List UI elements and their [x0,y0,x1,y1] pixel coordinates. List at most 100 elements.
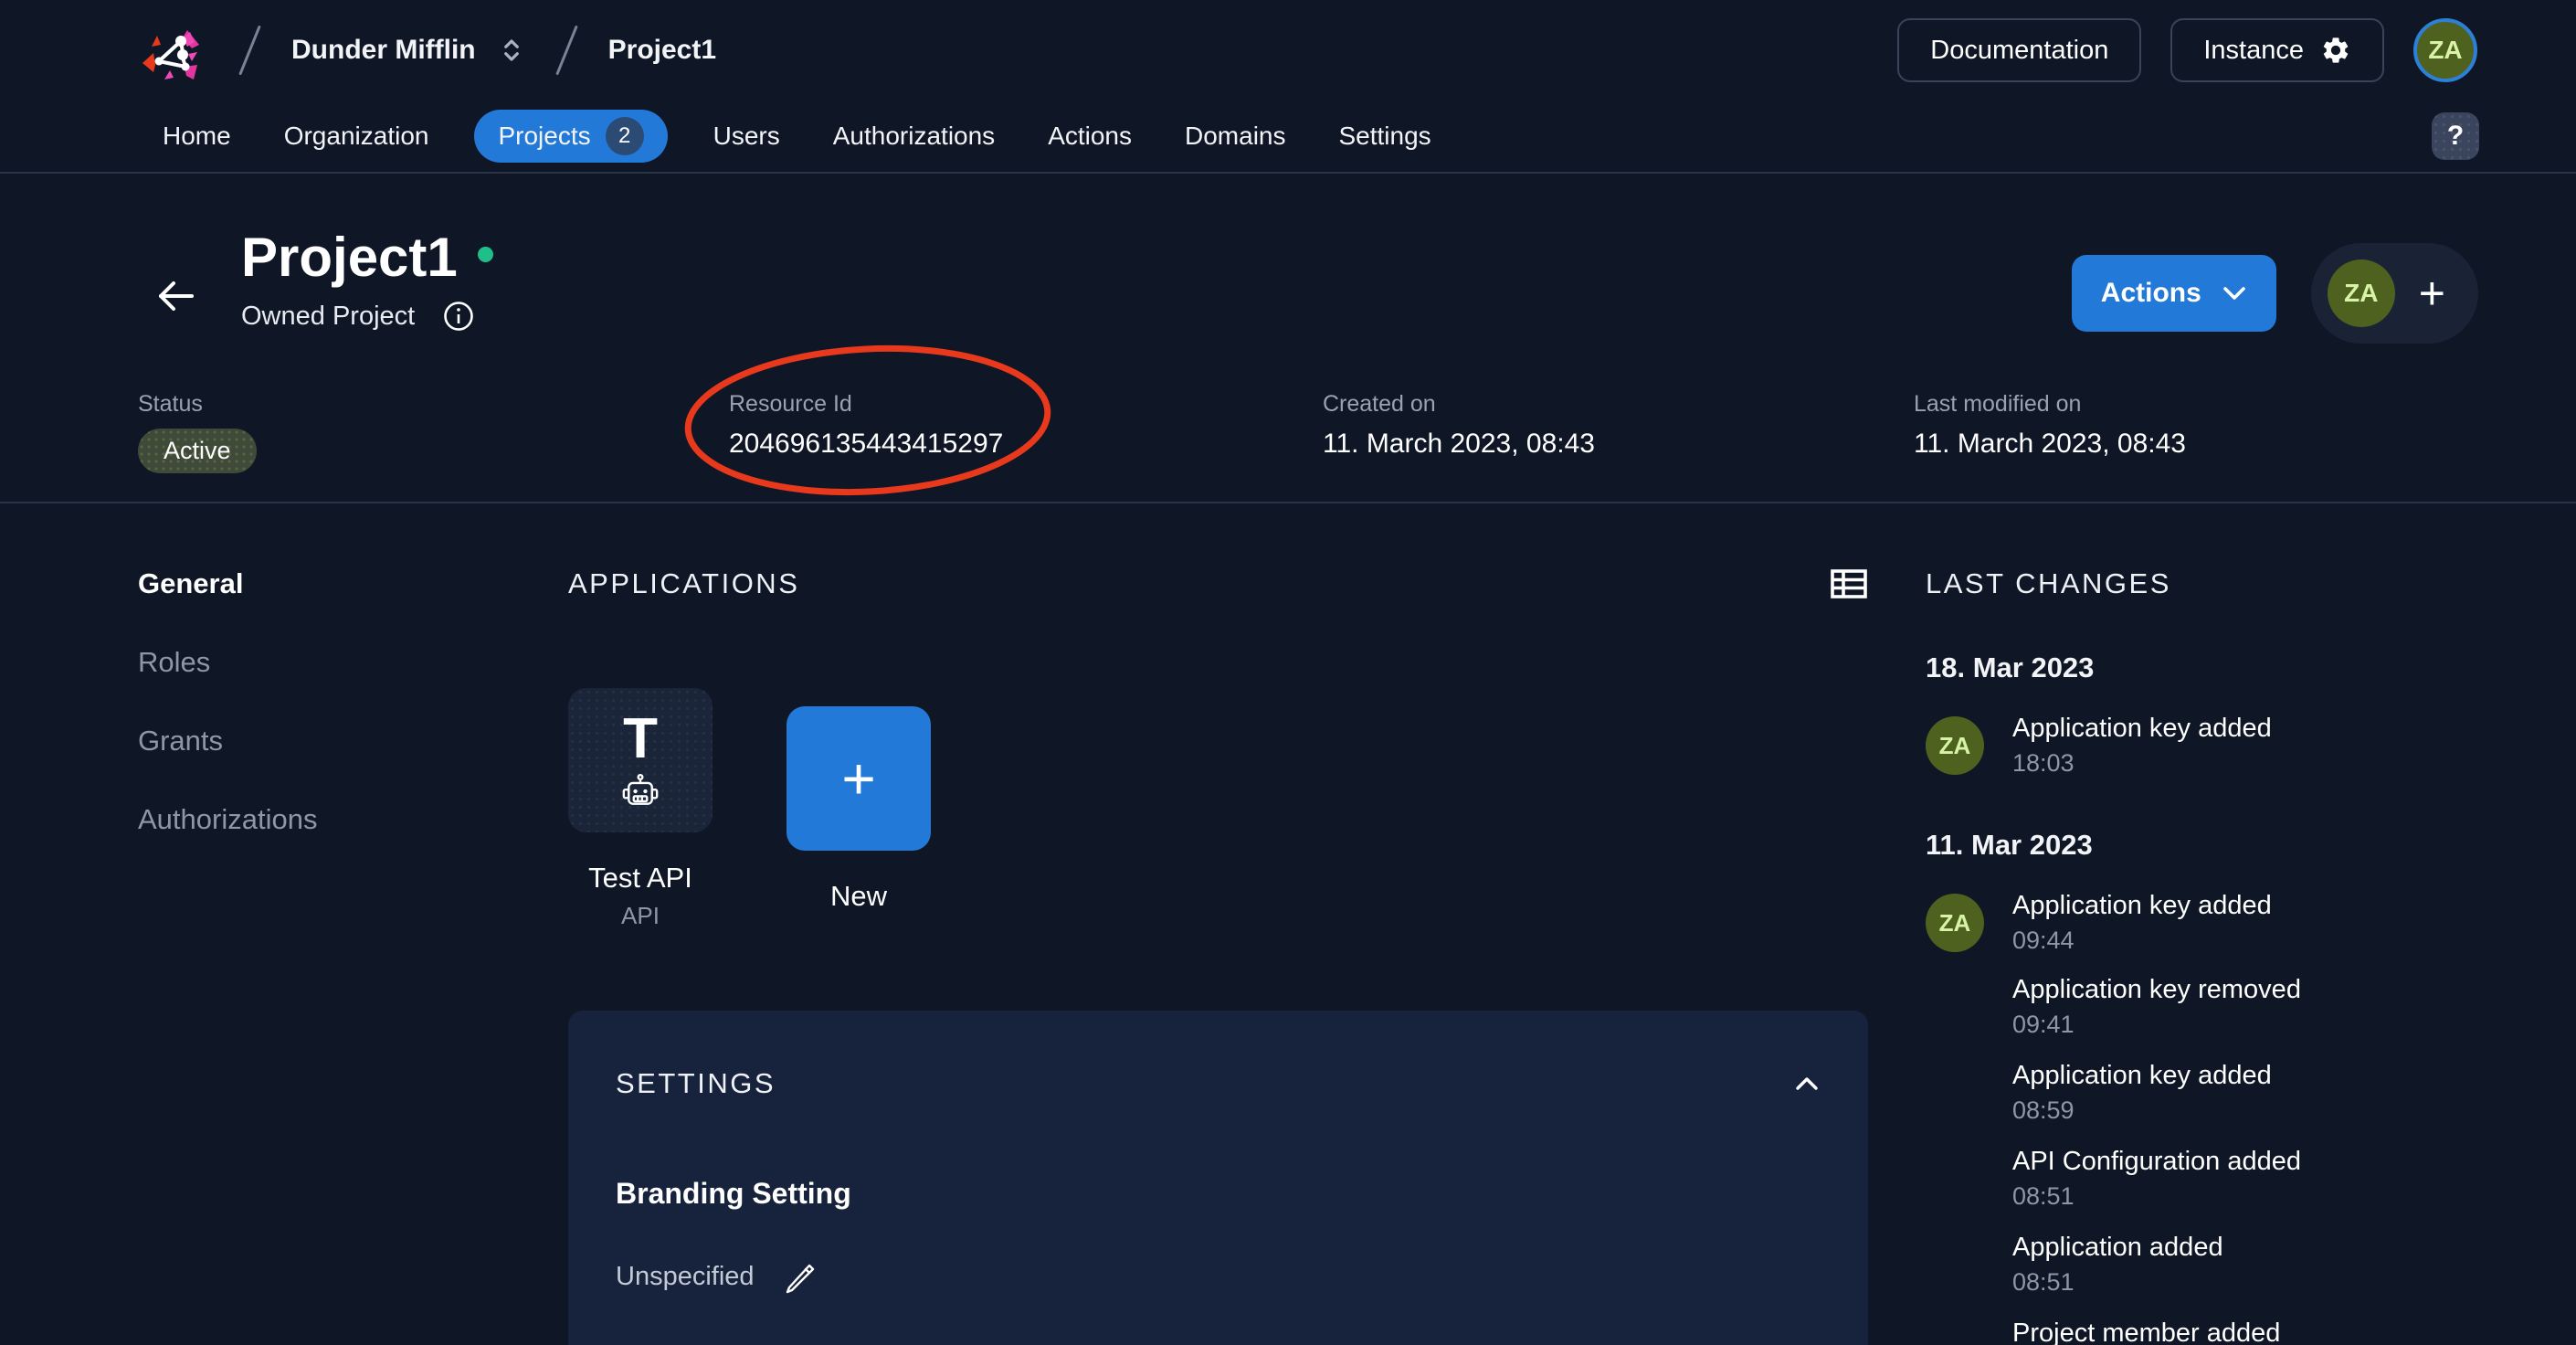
sidebar-item-grants[interactable]: Grants [138,725,568,757]
resource-id-field: Resource Id 204696135443415297 [729,391,1323,473]
tab-home[interactable]: Home [163,122,231,151]
sidebar-item-roles[interactable]: Roles [138,646,568,679]
status-label: Status [138,391,729,418]
unfold-more-icon [498,35,525,66]
application-tile: T [568,688,713,832]
change-entry: Application key removed 09:41 [1926,975,2477,1039]
tab-domains[interactable]: Domains [1185,122,1285,151]
change-entry: Application added 08:51 [1926,1233,2477,1297]
application-name: Test API [568,862,713,895]
zitadel-console: Dunder Mifflin Project1 Documentation In… [0,0,2576,1345]
content-area: General Roles Grants Authorizations APPLICA… [0,503,2576,1345]
tab-label: Projects [498,122,590,151]
breadcrumb-separator [555,26,578,76]
change-title: Application key added [2012,714,2272,744]
table-view-toggle-button[interactable] [1830,568,1868,599]
gear-icon [2320,35,2351,66]
robot-icon [620,773,660,810]
tab-label: Organization [284,122,429,151]
branding-setting-value: Unspecified [616,1262,755,1292]
edit-pencil-icon[interactable] [782,1258,818,1295]
resource-id-label: Resource Id [729,391,1323,418]
actions-button[interactable]: Actions [2072,255,2276,332]
tab-projects-badge: 2 [606,117,644,155]
project-header: Project1 Owned Project Actions Z [0,174,2576,503]
tab-settings[interactable]: Settings [1339,122,1431,151]
tab-users[interactable]: Users [713,122,780,151]
applications-heading: APPLICATIONS [568,567,799,600]
add-member-button[interactable]: + [2419,270,2445,316]
modified-value: 11. March 2023, 08:43 [1914,429,2477,460]
change-time: 09:41 [2012,1011,2301,1039]
page-title: Project1 [241,227,458,289]
created-label: Created on [1323,391,1914,418]
top-bar: Dunder Mifflin Project1 Documentation In… [0,0,2576,101]
tab-label: Actions [1048,122,1132,151]
zitadel-logo-icon[interactable] [137,14,208,87]
project-sidebar: General Roles Grants Authorizations [138,567,568,1345]
change-entry: ZA Application key added 18:03 [1926,714,2477,778]
tab-authorizations[interactable]: Authorizations [833,122,995,151]
org-switcher[interactable]: Dunder Mifflin [291,35,525,66]
settings-card: SETTINGS Branding Setting Unspecified [568,1011,1868,1345]
sidebar-item-authorizations[interactable]: Authorizations [138,803,568,836]
avatar: ZA [1926,716,1984,775]
new-application-label: New [787,880,931,913]
tab-organization[interactable]: Organization [284,122,429,151]
change-time: 08:59 [2012,1096,2272,1125]
breadcrumb-project[interactable]: Project1 [608,35,716,66]
change-title: Project member added [2012,1319,2280,1345]
actions-label: Actions [2101,278,2201,309]
application-type: API [568,902,713,930]
tab-label: Domains [1185,122,1285,151]
user-avatar[interactable]: ZA [2413,18,2477,82]
collapse-button[interactable] [1793,1074,1821,1094]
plus-icon: + [2419,268,2445,319]
documentation-button[interactable]: Documentation [1897,18,2141,82]
tab-actions[interactable]: Actions [1048,122,1132,151]
new-application-tile: + [787,706,931,851]
last-changes-heading: LAST CHANGES [1926,567,2477,600]
change-title: Application added [2012,1233,2223,1263]
last-changes-panel: LAST CHANGES 18. Mar 2023ZAApplication k… [1926,567,2477,1345]
change-entry: ZAApplication key added09:44 [1926,891,2477,955]
application-card-test-api[interactable]: T Test API API [568,688,713,930]
help-button[interactable]: ? [2432,112,2479,160]
avatar: ZA [1926,894,1984,952]
main-nav: Home Organization Projects 2 Users Authorizat… [0,101,2576,174]
info-icon[interactable] [442,300,475,333]
back-button[interactable] [153,276,199,319]
change-date: 11. Mar 2023 [1926,829,2477,862]
change-time: 09:44 [2012,927,2272,955]
tab-label: Settings [1339,122,1431,151]
breadcrumb-separator [238,26,261,76]
modified-label: Last modified on [1914,391,2477,418]
change-time: 08:51 [2012,1182,2301,1211]
status-field: Status Active [138,391,729,473]
instance-label: Instance [2203,36,2304,66]
sidebar-item-general[interactable]: General [138,567,568,600]
change-title: Application key removed [2012,975,2301,1005]
org-name: Dunder Mifflin [291,35,476,66]
main-column: APPLICATIONS T [568,567,1868,1345]
project-members-group: ZA + [2311,243,2478,344]
application-initial: T [623,711,658,768]
tab-projects[interactable]: Projects 2 [474,110,667,163]
tab-label: Users [713,122,780,151]
change-entry: Project member added08:43 [1926,1319,2477,1345]
status-badge: Active [138,429,257,473]
tab-label: Home [163,122,231,151]
change-time: 18:03 [2012,749,2272,778]
documentation-label: Documentation [1930,36,2108,66]
change-entry: API Configuration added 08:51 [1926,1147,2477,1211]
member-avatar[interactable]: ZA [2328,259,2395,327]
new-application-card[interactable]: + New [787,688,931,930]
created-field: Created on 11. March 2023, 08:43 [1323,391,1914,473]
instance-button[interactable]: Instance [2170,18,2384,82]
branding-setting-label: Branding Setting [616,1177,1821,1211]
change-entry: Application key added08:59 [1926,1061,2477,1125]
resource-id-value[interactable]: 204696135443415297 [729,429,1323,460]
change-time: 08:51 [2012,1268,2223,1297]
change-title: API Configuration added [2012,1147,2301,1177]
settings-heading: SETTINGS [616,1067,776,1100]
